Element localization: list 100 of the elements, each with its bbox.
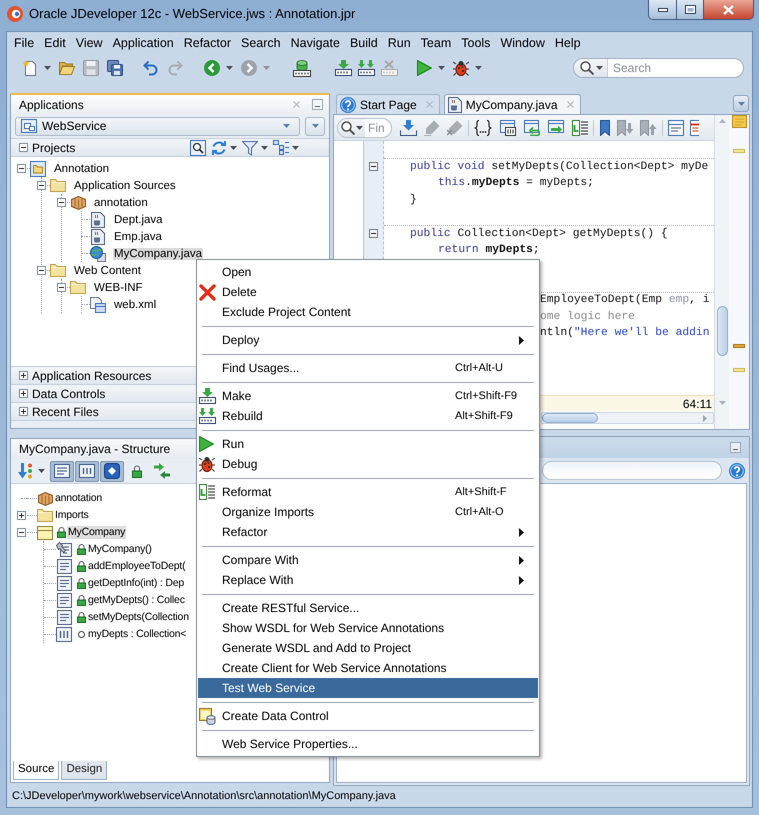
tab[interactable]: Design — [61, 761, 108, 780]
caret-icon[interactable] — [283, 124, 290, 128]
minimize-icon[interactable] — [730, 442, 741, 453]
scroll-thumb[interactable] — [716, 306, 728, 356]
menu-item[interactable]: Edit — [39, 34, 71, 52]
caret-icon[interactable] — [312, 124, 318, 128]
caret-icon[interactable] — [596, 66, 603, 70]
play-icon[interactable] — [199, 436, 214, 452]
submenu-arrow-icon[interactable] — [519, 576, 524, 584]
caret-icon[interactable] — [438, 66, 445, 70]
plus-box-icon[interactable] — [16, 511, 26, 520]
vertical-scrollbar[interactable] — [714, 115, 729, 429]
menu-item[interactable]: Test Web Service — [198, 678, 538, 698]
tree-item[interactable]: getDeptInfo(int) : Dep — [87, 577, 185, 590]
minus-box-icon[interactable] — [19, 143, 28, 152]
minus-box-icon[interactable] — [36, 181, 46, 190]
list-arrow-icon[interactable] — [199, 484, 215, 500]
menu-item[interactable]: Navigate — [286, 34, 345, 52]
caret-icon[interactable] — [44, 66, 51, 70]
menu-item[interactable]: Refactor — [178, 34, 236, 52]
menu-item[interactable]: Application — [108, 34, 179, 52]
double-arrow-tray-icon[interactable] — [358, 60, 375, 76]
tree-item[interactable]: MyCompany — [67, 526, 126, 539]
bug-icon[interactable] — [199, 456, 215, 472]
application-dropdown[interactable]: WebService — [15, 116, 300, 136]
tree-item[interactable]: Annotation — [53, 162, 110, 174]
caret-icon[interactable] — [230, 146, 237, 150]
dropdown-button[interactable] — [305, 116, 325, 136]
menu-item[interactable]: Delete — [198, 282, 538, 302]
play-icon[interactable] — [417, 60, 432, 76]
tree-item[interactable]: MyCompany.java — [113, 248, 203, 260]
new-file-icon[interactable] — [22, 60, 38, 76]
close-button[interactable] — [704, 0, 753, 19]
caret-icon[interactable] — [475, 66, 482, 70]
database-window-icon[interactable] — [199, 708, 216, 724]
search-icon[interactable] — [190, 140, 206, 156]
list-icon[interactable] — [273, 140, 289, 155]
tree-item[interactable]: Application Sources — [73, 180, 177, 192]
section-title[interactable]: Projects — [32, 138, 76, 156]
caret-icon[interactable] — [292, 146, 299, 150]
arrow-tray-icon[interactable] — [335, 60, 352, 76]
menu-item[interactable]: Tools — [456, 34, 496, 52]
menu-item[interactable]: Window — [495, 34, 550, 52]
menu-item[interactable]: Deploy — [198, 330, 538, 350]
caret-icon[interactable] — [261, 146, 268, 150]
menu-item[interactable]: Reformat Alt+Shift-F — [198, 482, 538, 502]
menu-item[interactable]: Open — [198, 262, 538, 282]
list-arrow-icon[interactable] — [572, 120, 588, 136]
database-icon[interactable] — [293, 60, 311, 76]
minus-box-icon[interactable] — [16, 528, 26, 537]
menu-item[interactable]: Replace With — [198, 570, 538, 590]
plus-box-icon[interactable] — [19, 371, 28, 380]
tree-item[interactable]: Dept.java — [113, 214, 164, 226]
search-icon[interactable] — [580, 61, 594, 75]
arrow-tray-icon[interactable] — [199, 388, 216, 404]
dropdown-button[interactable] — [733, 95, 749, 112]
plus-box-icon[interactable] — [19, 407, 28, 416]
minimize-icon[interactable] — [312, 99, 323, 110]
menu-item[interactable]: Create Data Control — [198, 706, 538, 726]
editor-tab[interactable]: MyCompany.java — [444, 94, 581, 114]
submenu-arrow-icon[interactable] — [519, 336, 524, 344]
menu-item[interactable]: Search — [236, 34, 286, 52]
download-icon[interactable] — [400, 120, 417, 136]
tree-item[interactable]: web.xml — [113, 298, 158, 310]
tree-item[interactable]: Web Content — [73, 264, 142, 276]
tree-item[interactable]: annotation — [93, 196, 149, 208]
minus-box-icon[interactable] — [56, 283, 66, 292]
cross-icon[interactable] — [199, 284, 216, 300]
minus-box-icon[interactable] — [36, 266, 46, 275]
caret-icon[interactable] — [356, 126, 363, 130]
tree-item[interactable]: getMyDepts() : Collec — [87, 594, 186, 607]
menu-item[interactable]: Debug — [198, 454, 538, 474]
toolbar-button[interactable] — [50, 460, 74, 482]
caret-icon[interactable] — [38, 469, 45, 473]
menu-item[interactable]: Build — [344, 34, 383, 52]
tree-item[interactable]: addEmployeeToDept( — [87, 560, 186, 573]
tree-item[interactable]: myDepts : Collection< — [87, 628, 188, 641]
minus-box-icon[interactable] — [16, 164, 26, 173]
minimize-button[interactable] — [649, 0, 677, 19]
tree-item[interactable]: MyCompany() — [87, 543, 153, 556]
menu-item[interactable]: Team — [416, 34, 456, 52]
search-field[interactable] — [542, 461, 722, 480]
overview-marker[interactable] — [733, 368, 745, 372]
menu-item[interactable]: Show WSDL for Web Service Annotations — [198, 618, 538, 638]
menu-item[interactable]: Create Client for Web Service Annotations — [198, 658, 538, 678]
help-icon[interactable] — [340, 96, 356, 112]
plus-box-icon[interactable] — [19, 389, 28, 398]
menu-item[interactable]: Exclude Project Content — [198, 302, 538, 322]
minus-box-icon[interactable] — [369, 228, 378, 238]
toolbar-button[interactable] — [100, 460, 124, 482]
horizontal-scrollbar[interactable] — [541, 412, 714, 424]
caret-icon[interactable] — [738, 102, 744, 106]
tree-item[interactable]: WEB-INF — [93, 282, 144, 294]
search-icon[interactable] — [341, 120, 355, 134]
window-icon[interactable] — [500, 120, 516, 136]
menu-item[interactable]: Compare With — [198, 550, 538, 570]
menu-item[interactable]: View — [70, 34, 108, 52]
tab[interactable]: Source — [13, 761, 60, 780]
tree-item[interactable]: annotation — [54, 492, 104, 505]
undo-icon[interactable] — [143, 60, 159, 76]
